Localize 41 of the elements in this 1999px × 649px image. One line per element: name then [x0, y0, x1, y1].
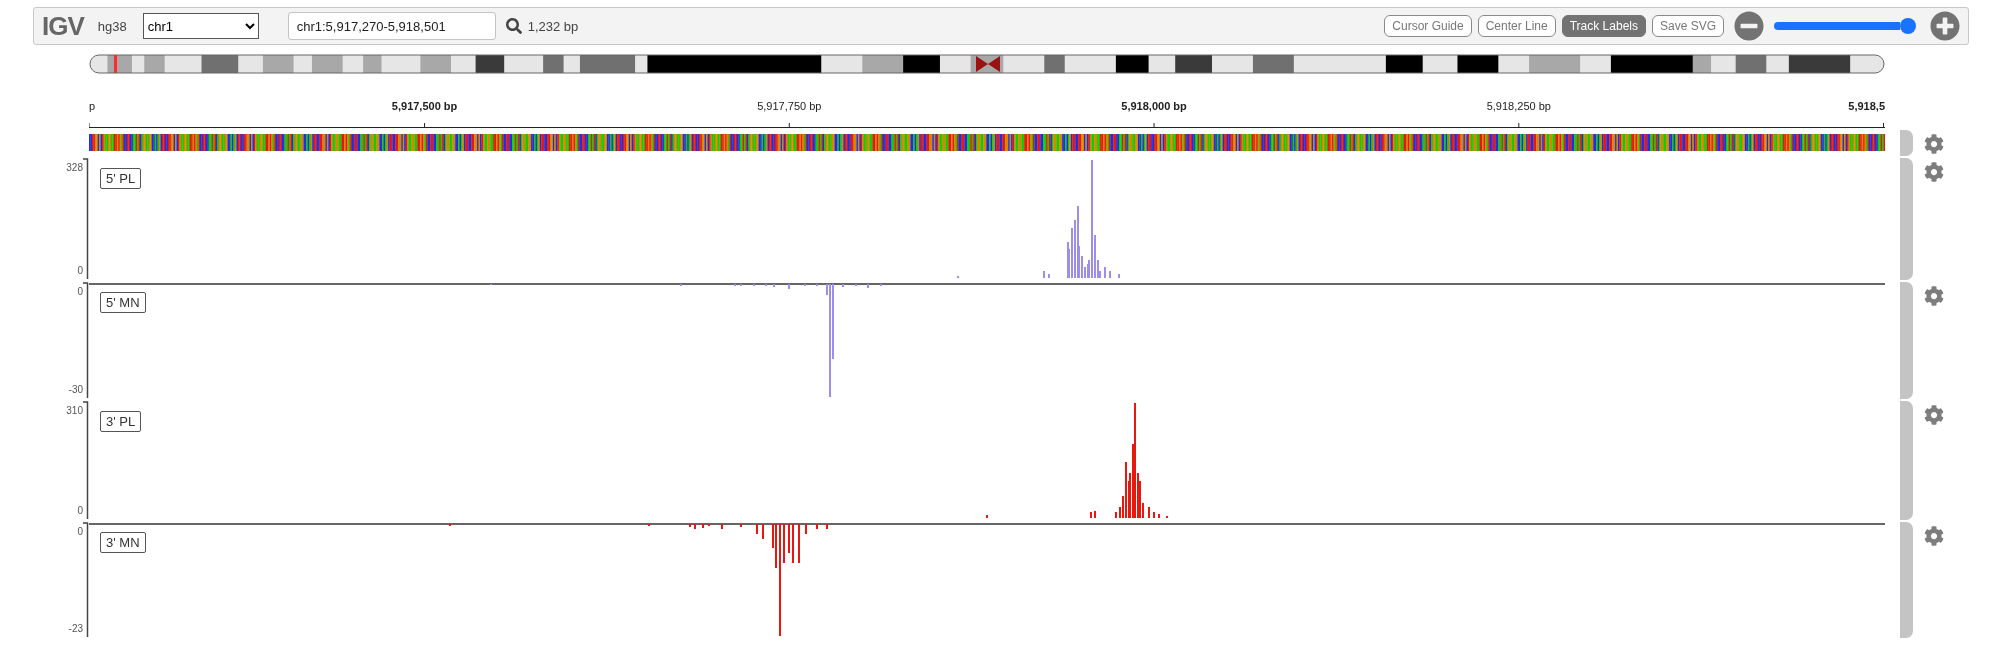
ruler-label: p: [89, 100, 96, 112]
track-drag-handle[interactable]: [1900, 401, 1913, 520]
axis-tick-label: 0: [77, 526, 83, 537]
axis-tick-label: 0: [77, 286, 83, 297]
track-label: 5' PL: [100, 168, 142, 189]
axis-tick-label: 0: [77, 505, 83, 516]
chromosome-select[interactable]: chr1: [142, 13, 259, 39]
toolbar-button[interactable]: Save SVG: [1651, 15, 1724, 37]
settings-icon[interactable]: [1924, 286, 1944, 306]
axis-tick-label: 310: [66, 405, 83, 416]
track-label: 5' MN: [100, 292, 146, 313]
ruler-label: 5,918,000 bp: [1121, 100, 1187, 112]
zoom-out-icon[interactable]: [1734, 11, 1764, 41]
ideogram-drawing[interactable]: [89, 54, 1885, 74]
settings-icon[interactable]: [1924, 405, 1944, 425]
axis-tick-label: 328: [66, 162, 83, 173]
settings-icon[interactable]: [1924, 526, 1944, 546]
track-drag-handle[interactable]: [1900, 158, 1913, 280]
track-drag-handle[interactable]: [1900, 522, 1913, 638]
ruler-label: 5,918,250 bp: [1486, 100, 1551, 112]
locus-field[interactable]: chr1:5,917,270-5,918,501: [287, 12, 496, 40]
logo: IGV: [42, 10, 84, 42]
toolbar-button[interactable]: Center Line: [1477, 15, 1556, 37]
toolbar-button[interactable]: Track Labels: [1561, 15, 1646, 37]
window-width-label: 1,232 bp: [527, 18, 579, 34]
toolbar-button[interactable]: Cursor Guide: [1384, 15, 1472, 37]
track-drag-handle[interactable]: [1900, 282, 1913, 399]
track-drag-handle[interactable]: [1900, 130, 1913, 156]
search-icon[interactable]: [505, 18, 522, 34]
track-label: 3' MN: [100, 532, 146, 553]
zoom-in-icon[interactable]: [1930, 11, 1960, 41]
settings-icon[interactable]: [1924, 162, 1944, 182]
axis-tick-label: -23: [68, 623, 83, 634]
ruler-label: 5,917,750 bp: [757, 100, 822, 112]
ruler-label: 5,917,500 bp: [391, 100, 458, 112]
ruler-label: 5,918,5: [1848, 100, 1885, 112]
axis-tick-label: -30: [68, 384, 83, 395]
axis-tick-label: 0: [77, 265, 83, 276]
settings-icon[interactable]: [1924, 134, 1944, 154]
track-label: 3' PL: [100, 411, 142, 432]
genome-label[interactable]: hg38: [97, 18, 127, 34]
